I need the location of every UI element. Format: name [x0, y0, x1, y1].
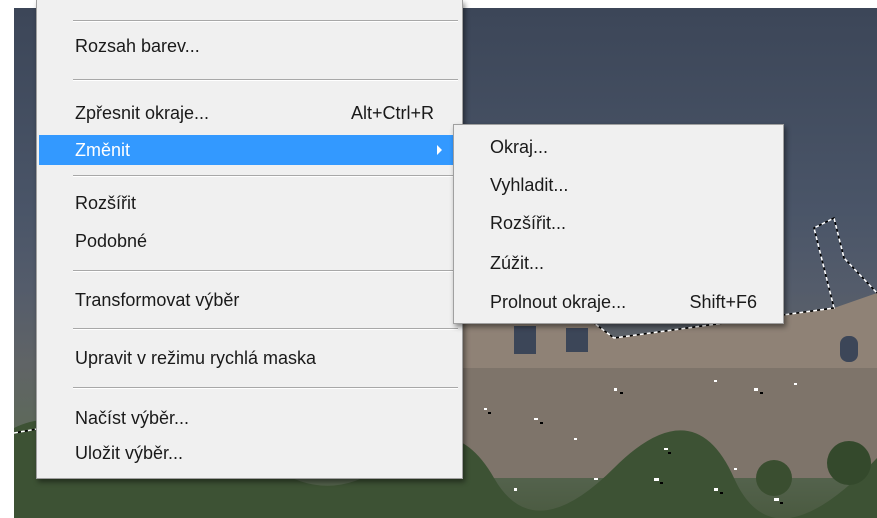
menu-item-shortcut: Shift+F6 [689, 292, 757, 312]
menu-item-quick-mask[interactable]: Upravit v režimu rychlá maska [37, 343, 462, 373]
menu-separator [73, 270, 458, 272]
menu-item-label: Okraj... [490, 137, 549, 157]
menu-item-label: Rozsah barev... [75, 36, 200, 56]
submenu-item-expand[interactable]: Rozšířit... [454, 208, 783, 238]
menu-item-label: Změnit [75, 140, 131, 160]
menu-item-refine-edge[interactable]: Zpřesnit okraje... Alt+Ctrl+R [37, 98, 462, 128]
app-window: Rozsah barev... Zpřesnit okraje... Alt+C… [0, 0, 877, 518]
menu-item-modify[interactable]: Změnit [39, 135, 460, 165]
castle-window [514, 326, 536, 354]
menu-item-label: Rozšířit [75, 193, 137, 213]
menu-separator [73, 175, 458, 177]
menu-separator [73, 387, 458, 389]
menu-item-label: Zúžit... [490, 253, 545, 273]
menu-item-label: Načíst výběr... [75, 408, 190, 428]
submenu-arrow-icon [437, 145, 442, 155]
menu-item-label: Transformovat výběr [75, 290, 240, 310]
menu-item-label: Uložit výběr... [75, 443, 184, 463]
modify-submenu: Okraj... Vyhladit... Rozšířit... Zúžit..… [453, 124, 784, 324]
menu-item-save-selection[interactable]: Uložit výběr... [37, 438, 462, 468]
castle-window [840, 336, 858, 362]
submenu-item-smooth[interactable]: Vyhladit... [454, 170, 783, 200]
castle-window [566, 328, 588, 352]
submenu-item-feather[interactable]: Prolnout okraje... Shift+F6 [454, 287, 783, 317]
menu-separator [73, 328, 458, 330]
menu-item-label: Upravit v režimu rychlá maska [75, 348, 317, 368]
menu-item-color-range[interactable]: Rozsah barev... [37, 31, 462, 61]
menu-item-label: Zpřesnit okraje... [75, 103, 210, 123]
select-menu: Rozsah barev... Zpřesnit okraje... Alt+C… [36, 0, 463, 479]
menu-item-similar[interactable]: Podobné [37, 226, 462, 256]
menu-item-label: Vyhladit... [490, 175, 569, 195]
menu-item-label: Prolnout okraje... [490, 292, 627, 312]
submenu-item-border[interactable]: Okraj... [454, 132, 783, 162]
menu-separator [73, 20, 458, 22]
menu-item-label: Rozšířit... [490, 213, 567, 233]
tree [756, 460, 792, 496]
menu-separator [73, 79, 458, 81]
menu-item-shortcut: Alt+Ctrl+R [350, 103, 434, 123]
menu-item-transform-selection[interactable]: Transformovat výběr [37, 285, 462, 315]
menu-item-load-selection[interactable]: Načíst výběr... [37, 403, 462, 433]
menu-item-label: Podobné [75, 231, 148, 251]
menu-item-grow[interactable]: Rozšířit [37, 188, 462, 218]
tree [827, 441, 871, 485]
submenu-item-contract[interactable]: Zúžit... [454, 248, 783, 278]
